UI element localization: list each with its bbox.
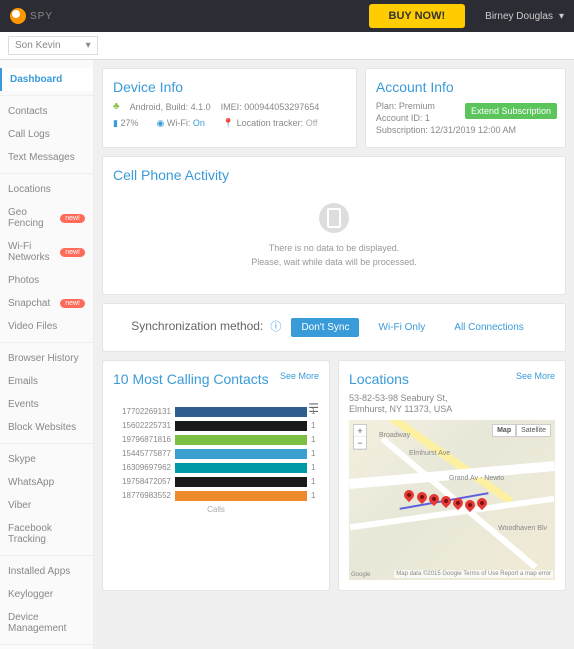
chart-bar-row: 197968718161 [113, 435, 319, 445]
chart-bar-row: 154457758771 [113, 449, 319, 459]
map-button[interactable]: Map [492, 424, 516, 437]
map-attribution: Google [351, 572, 370, 578]
sidebar-item-contacts[interactable]: Contacts [0, 100, 93, 123]
info-icon[interactable]: ⓘ [270, 321, 281, 333]
sidebar-item-photos[interactable]: Photos [0, 269, 93, 292]
map-attribution: Map data ©2015 Google Terms of Use Repor… [394, 570, 553, 578]
map-zoom: + − [353, 424, 367, 450]
chart-bar-row: 197584720571 [113, 477, 319, 487]
sync-label: Synchronization method: [131, 319, 263, 333]
sidebar-item-emails[interactable]: Emails [0, 370, 93, 393]
sidebar-item-skype[interactable]: Skype [0, 448, 93, 471]
chevron-down-icon: ▾ [559, 11, 564, 22]
user-name: Birney Douglas [485, 11, 553, 22]
brand-text: SPY [30, 11, 53, 22]
see-more-link[interactable]: See More [280, 371, 319, 381]
sidebar-item-browser-history[interactable]: Browser History [0, 347, 93, 370]
zoom-out-button[interactable]: − [354, 437, 366, 449]
device-info-card: Device Info ♣ Android, Build: 4.1.0 IMEI… [102, 68, 357, 148]
sub-bar: Son Kevin ▾ [0, 32, 574, 60]
sync-card: Synchronization method: ⓘ Don't Sync Wi-… [102, 303, 566, 352]
sidebar-item-snapchat[interactable]: Snapchatnew! [0, 292, 93, 315]
sidebar-item-locations[interactable]: Locations [0, 178, 93, 201]
chart-bar-row: 156022257311 [113, 421, 319, 431]
sidebar-item-wi-fi-networks[interactable]: Wi-Fi Networksnew! [0, 235, 93, 269]
device-picker[interactable]: Son Kevin ▾ [8, 36, 98, 55]
card-title: Cell Phone Activity [113, 167, 555, 183]
main-content: Device Info ♣ Android, Build: 4.1.0 IMEI… [94, 60, 574, 649]
extend-subscription-button[interactable]: Extend Subscription [465, 103, 557, 119]
chart-bar-row: 163096979621 [113, 463, 319, 473]
map-pin[interactable] [402, 488, 416, 502]
sidebar-item-whatsapp[interactable]: WhatsApp [0, 471, 93, 494]
sidebar-item-video-files[interactable]: Video Files [0, 315, 93, 338]
wifi-icon: ◉ [156, 118, 164, 128]
location-icon: 📍 [223, 118, 234, 128]
sidebar-item-block-websites[interactable]: Block Websites [0, 416, 93, 439]
logo: SPY [10, 8, 53, 24]
new-badge: new! [60, 299, 85, 308]
phone-icon [319, 203, 349, 233]
map-type-toggle: Map Satellite [492, 424, 551, 437]
sidebar-item-events[interactable]: Events [0, 393, 93, 416]
user-menu[interactable]: Birney Douglas ▾ [485, 11, 564, 22]
sidebar-item-viber[interactable]: Viber [0, 494, 93, 517]
device-picker-label: Son Kevin [15, 40, 61, 51]
map[interactable]: Elmhurst Ave Grand Av - Newto Broadway W… [349, 420, 555, 580]
chart-caption: Calls [113, 505, 319, 514]
sidebar: Dashboard ContactsCall LogsText Messages L… [0, 60, 94, 649]
sidebar-item-dashboard[interactable]: Dashboard [0, 68, 93, 91]
sidebar-item-geo-fencing[interactable]: Geo Fencingnew! [0, 201, 93, 235]
satellite-button[interactable]: Satellite [516, 424, 551, 437]
chevron-down-icon: ▾ [86, 40, 91, 51]
sidebar-item-text-messages[interactable]: Text Messages [0, 146, 93, 169]
new-badge: new! [60, 248, 85, 257]
logo-icon [10, 8, 26, 24]
contacts-card: See More 10 Most Calling Contacts ☰ 1770… [102, 360, 330, 591]
zoom-in-button[interactable]: + [354, 425, 366, 437]
contacts-chart: 177022691311 156022257311 197968718161 1544… [113, 407, 319, 501]
card-title: Device Info [113, 79, 346, 95]
sidebar-item-call-logs[interactable]: Call Logs [0, 123, 93, 146]
new-badge: new! [60, 214, 85, 223]
account-info-card: Account Info Plan: Premium Account ID: 1… [365, 68, 566, 148]
chart-menu-icon[interactable]: ☰ [308, 401, 319, 415]
chart-bar-row: 187769835521 [113, 491, 319, 501]
sidebar-item-keylogger[interactable]: Keylogger [0, 583, 93, 606]
location-address: 53-82-53-98 Seabury St, Elmhurst, NY 113… [349, 393, 555, 416]
sync-all-button[interactable]: All Connections [444, 318, 533, 337]
activity-card: Cell Phone Activity There is no data to … [102, 156, 566, 295]
sidebar-item-device-management[interactable]: Device Management [0, 606, 93, 640]
chart-bar-row: 177022691311 [113, 407, 319, 417]
sync-dont-button[interactable]: Don't Sync [291, 318, 359, 337]
empty-state-text: There is no data to be displayed. Please… [127, 241, 541, 270]
battery-icon: ▮ [113, 118, 118, 128]
top-bar: SPY BUY NOW! Birney Douglas ▾ [0, 0, 574, 32]
buy-now-button[interactable]: BUY NOW! [369, 4, 466, 28]
sidebar-item-facebook-tracking[interactable]: Facebook Tracking [0, 517, 93, 551]
locations-card: See More Locations 53-82-53-98 Seabury S… [338, 360, 566, 591]
see-more-link[interactable]: See More [516, 371, 555, 381]
android-icon: ♣ [113, 101, 120, 112]
card-title: Account Info [376, 79, 555, 95]
sync-wifi-button[interactable]: Wi-Fi Only [369, 318, 436, 337]
